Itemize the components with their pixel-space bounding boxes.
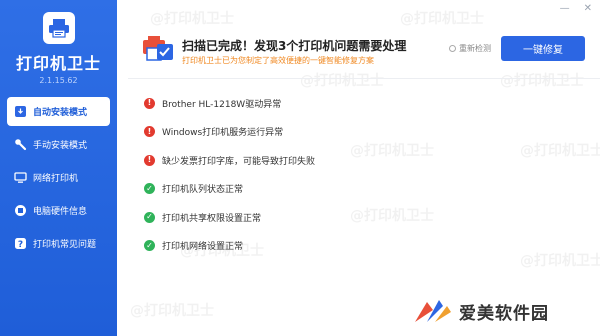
app-logo (43, 12, 75, 44)
divider (128, 78, 600, 79)
sidebar-item-label: 自动安装模式 (33, 108, 88, 118)
sidebar-item-label: 打印机常见问题 (33, 240, 97, 250)
sidebar-item-auto-install[interactable]: 自动安装模式 (7, 97, 110, 126)
error-icon: ! (144, 126, 155, 138)
issue-row: ! Windows打印机服务运行异常 (144, 118, 315, 147)
issue-row: ! 缺少发票打印字库，可能导致打印失败 (144, 146, 315, 175)
issue-text: 打印机共享权限设置正常 (162, 213, 262, 224)
close-button[interactable]: ✕ (584, 4, 592, 14)
app-version: 2.1.15.62 (39, 76, 78, 85)
error-icon: ! (144, 97, 155, 109)
error-icon: ! (144, 154, 155, 166)
check-icon: ✓ (144, 183, 155, 195)
check-icon: ✓ (144, 240, 155, 252)
help-icon: ? (15, 238, 26, 250)
issue-text: 缺少发票打印字库，可能导致打印失败 (162, 156, 316, 167)
watermark: @打印机卫士 (500, 73, 584, 89)
sidebar-item-label: 手动安装模式 (33, 141, 88, 151)
issue-text: Windows打印机服务运行异常 (162, 128, 284, 139)
page-title: 扫描已完成！发现3个打印机问题需要处理 (182, 39, 407, 53)
sidebar: 打印机卫士 2.1.15.62 自动安装模式 手动安装模式 网络打印机 电脑硬件… (0, 0, 117, 336)
printer-scan-icon (143, 36, 173, 61)
watermark: @打印机卫士 (520, 143, 600, 159)
svg-text:?: ? (18, 240, 23, 250)
monitor-icon (14, 172, 27, 183)
watermark: @打印机卫士 (130, 303, 214, 319)
watermark: @打印机卫士 (400, 11, 484, 27)
brand-text: 爱美软件园 (459, 303, 549, 324)
issue-text: 打印机网络设置正常 (162, 242, 244, 253)
watermark: @打印机卫士 (150, 11, 234, 27)
sidebar-item-label: 网络打印机 (33, 174, 79, 184)
check-icon: ✓ (144, 211, 155, 223)
issue-row: ✓ 打印机网络设置正常 (144, 232, 315, 261)
hardware-chip-icon (15, 205, 26, 216)
watermark: @打印机卫士 (300, 73, 384, 89)
page-subtitle: 打印机卫士已为您制定了高效便捷的一键智能修复方案 (182, 56, 374, 65)
sidebar-nav: 自动安装模式 手动安装模式 网络打印机 电脑硬件信息 ? 打印机常见问题 (0, 97, 117, 262)
window-controls: — ✕ (560, 4, 592, 14)
watermark: @打印机卫士 (350, 143, 434, 159)
sidebar-item-label: 电脑硬件信息 (33, 207, 88, 217)
brand-logo-icon (415, 300, 451, 322)
issue-text: Brother HL-1218W驱动异常 (162, 99, 282, 110)
issue-row: ! Brother HL-1218W驱动异常 (144, 89, 315, 118)
wrench-icon (15, 139, 27, 151)
brand-watermark: 爱美软件园 (413, 296, 549, 326)
issue-list: ! Brother HL-1218W驱动异常 ! Windows打印机服务运行异… (144, 89, 315, 260)
issue-row: ✓ 打印机队列状态正常 (144, 175, 315, 204)
rescan-label: 重新检测 (459, 44, 491, 53)
rescan-button[interactable]: 重新检测 (449, 43, 491, 54)
sidebar-item-network-printer[interactable]: 网络打印机 (7, 163, 110, 192)
download-box-icon (15, 106, 26, 117)
watermark: @打印机卫士 (520, 253, 600, 269)
issue-text: 打印机队列状态正常 (162, 185, 244, 196)
sidebar-item-manual-install[interactable]: 手动安装模式 (7, 130, 110, 159)
minimize-button[interactable]: — (560, 4, 570, 14)
sidebar-item-printer-faq[interactable]: ? 打印机常见问题 (7, 229, 110, 258)
printer-logo-icon (49, 19, 69, 38)
one-click-fix-button[interactable]: 一键修复 (501, 36, 585, 61)
sidebar-item-hardware-info[interactable]: 电脑硬件信息 (7, 196, 110, 225)
refresh-icon (449, 45, 456, 52)
app-title: 打印机卫士 (15, 54, 101, 73)
watermark: @打印机卫士 (350, 208, 434, 224)
issue-row: ✓ 打印机共享权限设置正常 (144, 203, 315, 232)
